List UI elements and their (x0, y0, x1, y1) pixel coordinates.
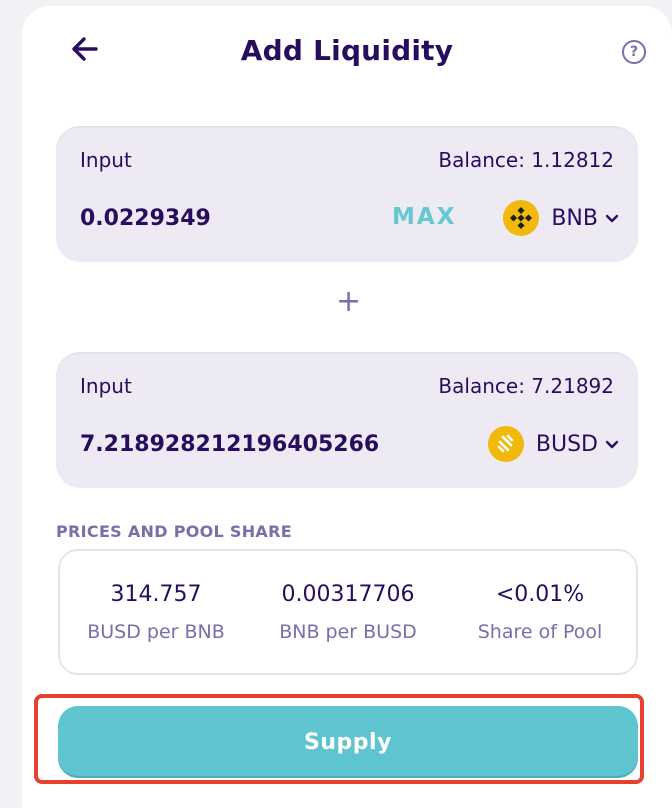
chevron-down-icon (605, 214, 619, 223)
help-button[interactable]: ? (622, 40, 646, 64)
price-label: BUSD per BNB (87, 620, 225, 643)
busd-icon (487, 426, 524, 462)
amount-input[interactable]: 0.0229349 (80, 206, 211, 231)
token-symbol: BUSD (535, 431, 598, 457)
price-value: <0.01% (495, 581, 585, 607)
bnb-icon (503, 200, 540, 236)
input-panel-bnb: Input Balance: 1.12812 0.0229349 MAX BNB (56, 126, 638, 262)
prices-and-pool-share: 314.757 BUSD per BNB 0.00317706 BNB per … (58, 549, 638, 675)
input-label: Input (80, 374, 132, 398)
input-panel-busd: Input Balance: 7.21892 7.218928212196405… (56, 352, 638, 488)
price-label: Share of Pool (477, 620, 603, 643)
max-button[interactable]: MAX (392, 204, 456, 230)
question-circle-icon: ? (629, 44, 639, 60)
price-bnb-per-busd: 0.00317706 BNB per BUSD (258, 582, 438, 643)
price-label: BNB per BUSD (279, 620, 417, 643)
price-value: 0.00317706 (281, 581, 415, 607)
input-label: Input (80, 148, 132, 172)
share-of-pool: <0.01% Share of Pool (450, 582, 630, 643)
plus-icon: + (336, 284, 362, 319)
amount-input[interactable]: 7.218928212196405266 (80, 432, 379, 457)
token-select-bnb[interactable]: BNB (503, 198, 620, 238)
price-value: 314.757 (110, 581, 202, 607)
balance-text: Balance: 1.12812 (438, 148, 614, 172)
price-busd-per-bnb: 314.757 BUSD per BNB (66, 582, 246, 643)
balance-text: Balance: 7.21892 (438, 374, 614, 398)
header: Add Liquidity ? (22, 6, 672, 96)
supply-button[interactable]: Supply (58, 706, 638, 778)
page-title: Add Liquidity (240, 34, 454, 67)
token-select-busd[interactable]: BUSD (487, 424, 620, 464)
prices-section-label: PRICES AND POOL SHARE (56, 522, 292, 541)
chevron-down-icon (605, 440, 619, 449)
token-symbol: BNB (551, 205, 598, 231)
